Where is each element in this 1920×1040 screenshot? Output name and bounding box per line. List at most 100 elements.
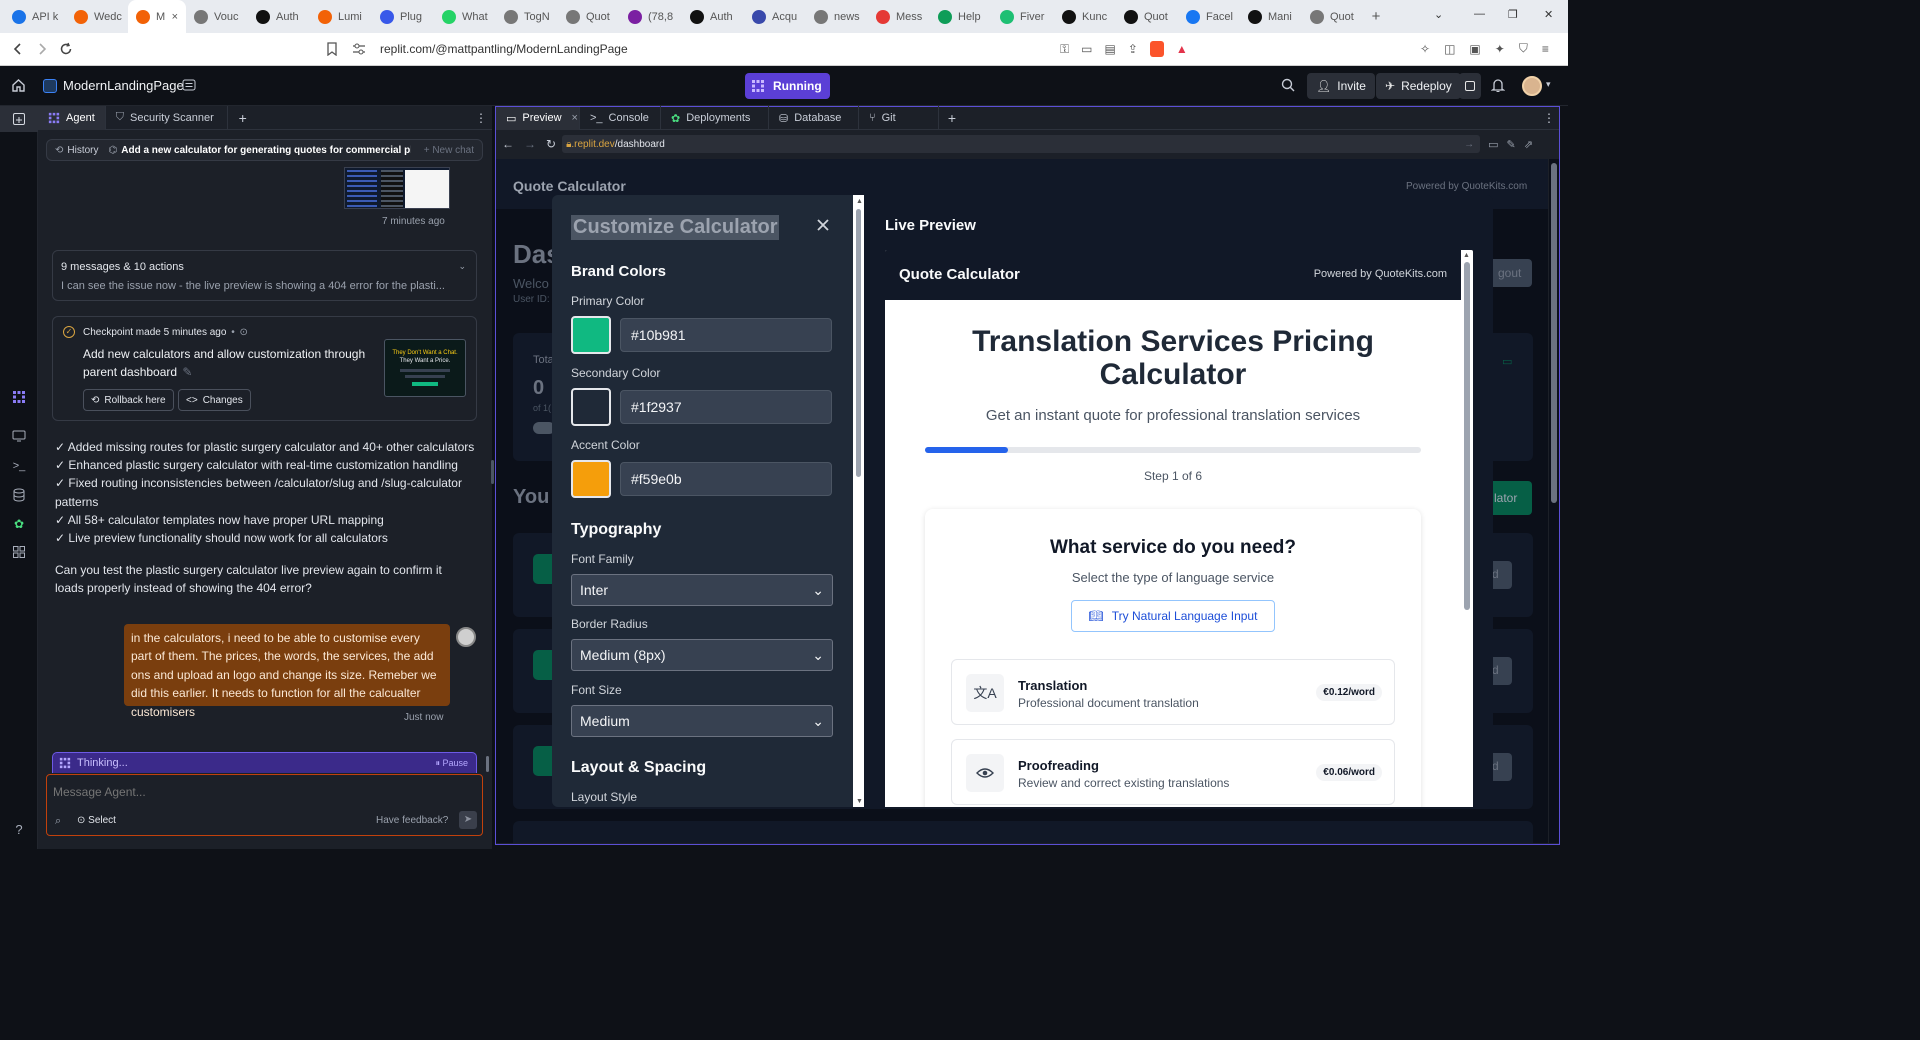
- browser-tab[interactable]: Acqu: [744, 0, 806, 33]
- bookmark-icon[interactable]: [320, 37, 344, 61]
- more-options-icon[interactable]: ⋮: [470, 111, 492, 125]
- close-tab-icon[interactable]: ×: [172, 11, 178, 23]
- extensions-icon[interactable]: ✧: [1420, 42, 1430, 56]
- browser-tab[interactable]: Quot: [1302, 0, 1364, 33]
- customize-scrollbar[interactable]: ▲ ▼: [853, 195, 864, 807]
- apps-rail-icon[interactable]: [0, 538, 38, 566]
- home-icon[interactable]: [11, 78, 26, 93]
- forward-icon[interactable]: →: [524, 137, 536, 151]
- new-chat-button[interactable]: + New chat: [424, 145, 474, 156]
- key-icon[interactable]: ⚿: [1060, 42, 1069, 57]
- redeploy-button[interactable]: ✈︎ Redeploy: [1376, 73, 1461, 99]
- close-icon[interactable]: [815, 217, 831, 233]
- rollback-button[interactable]: ⟲ Rollback here: [83, 389, 174, 411]
- attach-icon[interactable]: ⌕: [55, 815, 61, 828]
- reader-icon[interactable]: ▤: [1104, 42, 1115, 56]
- panel-resize-handle[interactable]: [491, 460, 494, 484]
- service-option-proofreading[interactable]: Proofreading Review and correct existing…: [951, 739, 1395, 805]
- history-icon[interactable]: ⟲: [55, 145, 63, 156]
- browser-tab[interactable]: Vouc: [186, 0, 248, 33]
- back-icon[interactable]: [6, 37, 30, 61]
- chevron-down-icon[interactable]: ▾: [1546, 79, 1551, 90]
- chevron-down-icon[interactable]: ⌄: [458, 261, 466, 272]
- actions-summary[interactable]: 9 messages & 10 actions ⌄ I can see the …: [52, 250, 477, 301]
- primary-color-input[interactable]: #10b981: [620, 318, 832, 352]
- site-settings-icon[interactable]: [352, 43, 368, 55]
- browser-tab[interactable]: Auth: [682, 0, 744, 33]
- browser-tab[interactable]: Wedc: [66, 0, 128, 33]
- tab-console[interactable]: >_ Console: [580, 106, 661, 130]
- preview-scrollbar[interactable]: [1549, 159, 1559, 843]
- tab-agent[interactable]: Agent: [38, 105, 106, 130]
- browser-tab[interactable]: Mani: [1240, 0, 1302, 33]
- sidebar-icon[interactable]: ◫: [1444, 42, 1455, 56]
- leo-icon[interactable]: ✦: [1495, 42, 1505, 56]
- feedback-link[interactable]: Have feedback?: [376, 815, 448, 826]
- go-icon[interactable]: →: [1464, 139, 1474, 150]
- deploy-options-icon[interactable]: [1459, 73, 1481, 99]
- tab-security-scanner[interactable]: ⛉ Security Scanner: [106, 105, 228, 130]
- natural-language-button[interactable]: 📖︎ Try Natural Language Input: [1071, 600, 1275, 632]
- preview-rail-icon[interactable]: [0, 422, 38, 450]
- browser-tab[interactable]: Plug: [372, 0, 434, 33]
- preview-url-input[interactable]: 🔒︎ .replit.dev/dashboard →: [562, 135, 1481, 153]
- primary-color-swatch[interactable]: [571, 316, 611, 354]
- forward-icon[interactable]: [30, 37, 54, 61]
- avatar[interactable]: [1522, 76, 1542, 96]
- browser-tab[interactable]: Auth: [248, 0, 310, 33]
- changes-button[interactable]: <> Changes: [178, 389, 251, 411]
- vpn-icon[interactable]: ⛉: [1519, 41, 1528, 56]
- agent-rail-icon[interactable]: [0, 383, 38, 411]
- font-size-select[interactable]: Medium ⌄: [571, 705, 833, 737]
- browser-tab[interactable]: What: [434, 0, 496, 33]
- cast-icon[interactable]: ▭: [1081, 42, 1092, 56]
- project-name[interactable]: ModernLandingPage: [63, 78, 184, 93]
- browser-tab[interactable]: Lumi: [310, 0, 372, 33]
- browser-tab[interactable]: Quot: [1116, 0, 1178, 33]
- project-info-icon[interactable]: [182, 78, 196, 92]
- history-button[interactable]: History: [67, 145, 98, 156]
- reload-icon[interactable]: [54, 37, 78, 61]
- accent-color-input[interactable]: #f59e0b: [620, 462, 832, 496]
- calculator-scrollbar[interactable]: ▲ ▼: [1461, 250, 1473, 807]
- share-icon[interactable]: ⇪: [1128, 42, 1138, 56]
- browser-tab[interactable]: news: [806, 0, 868, 33]
- brave-shield-icon[interactable]: [1149, 41, 1164, 57]
- more-options-icon[interactable]: ⋮: [1539, 111, 1559, 125]
- database-rail-icon[interactable]: [0, 481, 38, 509]
- address-url[interactable]: replit.com/@mattpantling/ModernLandingPa…: [380, 42, 628, 56]
- tab-deployments[interactable]: ✿ Deployments: [661, 106, 769, 130]
- menu-icon[interactable]: ≡: [1542, 42, 1549, 56]
- accent-color-swatch[interactable]: [571, 460, 611, 498]
- browser-tab[interactable]: Quot: [558, 0, 620, 33]
- maximize-icon[interactable]: ❐: [1508, 8, 1518, 21]
- screenshot-thumbnail[interactable]: [344, 167, 450, 209]
- browser-tab[interactable]: M ×: [128, 0, 186, 33]
- secondary-color-swatch[interactable]: [571, 388, 611, 426]
- edit-icon[interactable]: ✎: [182, 365, 192, 379]
- tab-git[interactable]: ⑂ Git: [859, 106, 939, 130]
- devtools-icon[interactable]: ▭: [1488, 138, 1498, 151]
- help-icon[interactable]: ?: [0, 815, 38, 843]
- browser-tab[interactable]: API k: [4, 0, 66, 33]
- tab-database[interactable]: ⛁ Database: [769, 106, 859, 130]
- external-link-icon[interactable]: ⇗: [1524, 138, 1533, 151]
- message-input[interactable]: [53, 783, 473, 801]
- link-icon[interactable]: ⊙: [240, 327, 248, 338]
- reload-icon[interactable]: ↻: [546, 137, 556, 151]
- browser-tab[interactable]: Kunc: [1054, 0, 1116, 33]
- files-icon[interactable]: [0, 106, 38, 132]
- bell-icon[interactable]: [1491, 78, 1505, 93]
- tab-preview[interactable]: ▭ Preview ×: [496, 106, 580, 130]
- console-rail-icon[interactable]: >_: [0, 452, 38, 480]
- scrollbar[interactable]: [486, 756, 489, 772]
- deployments-rail-icon[interactable]: ✿: [0, 510, 38, 538]
- browser-tab[interactable]: Mess: [868, 0, 930, 33]
- send-icon[interactable]: ➤: [459, 811, 477, 829]
- add-tab-icon[interactable]: +: [939, 110, 965, 126]
- select-button[interactable]: ⊙ Select: [77, 815, 116, 826]
- browser-tab[interactable]: (78,8: [620, 0, 682, 33]
- close-icon[interactable]: ×: [572, 112, 578, 124]
- add-tab-icon[interactable]: +: [228, 110, 258, 126]
- browser-tab[interactable]: TogN: [496, 0, 558, 33]
